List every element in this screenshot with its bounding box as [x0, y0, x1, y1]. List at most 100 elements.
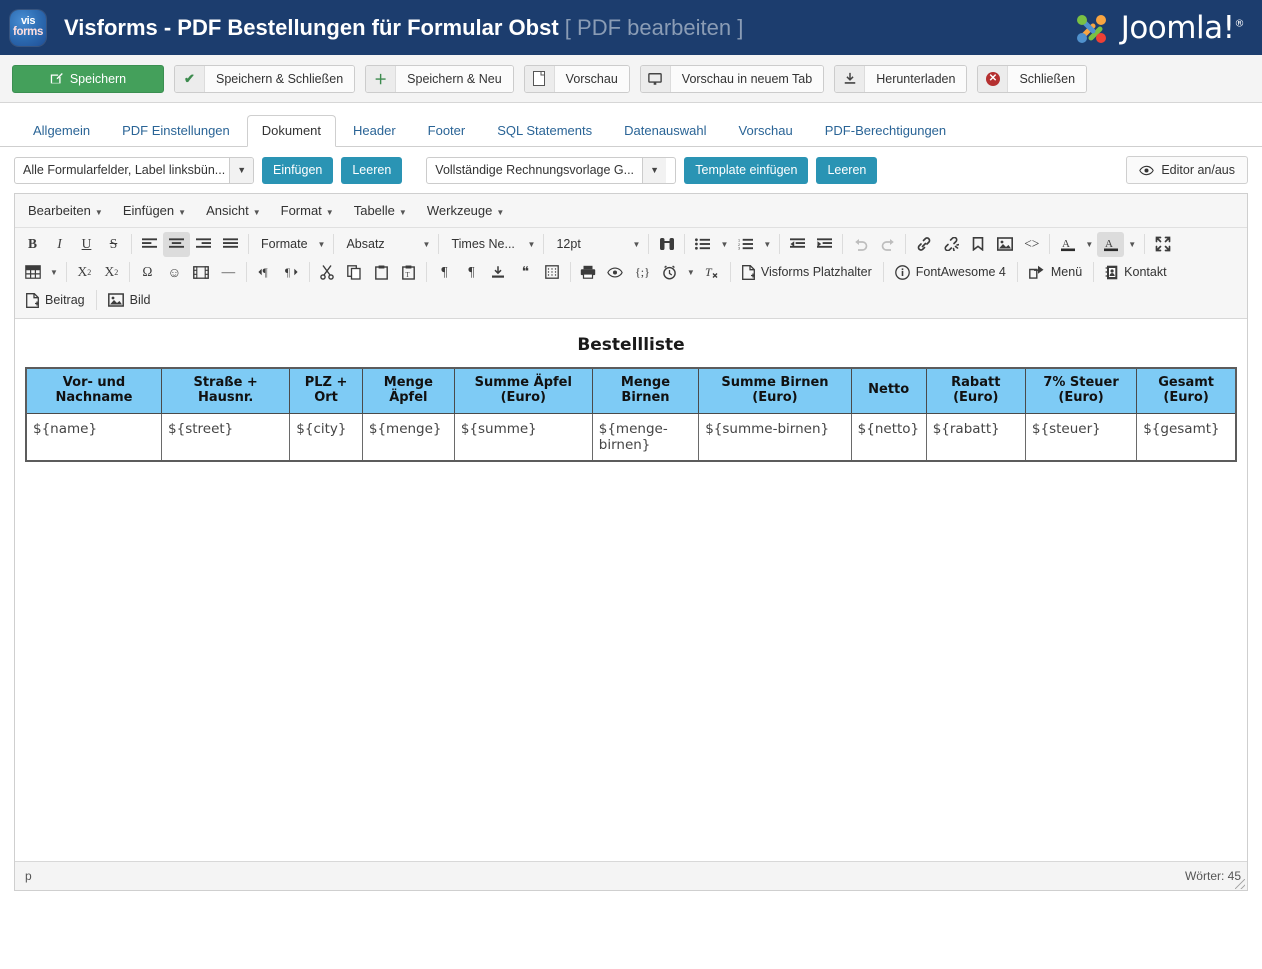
form-field-select[interactable]: Alle Formularfelder, Label linksbün... ▼ — [14, 157, 254, 184]
show-invisible-chars-icon[interactable]: ¶ — [458, 260, 485, 285]
tab-sql-statements[interactable]: SQL Statements — [482, 115, 607, 147]
background-color-icon[interactable]: A — [1097, 232, 1124, 257]
search-replace-icon[interactable] — [653, 232, 680, 257]
preview-eye-icon[interactable] — [602, 260, 629, 285]
undo-icon[interactable] — [847, 232, 874, 257]
formats-select[interactable]: Formate▼ — [253, 232, 329, 257]
tab-header[interactable]: Header — [338, 115, 411, 147]
table-dropdown-icon[interactable]: ▼ — [46, 260, 62, 285]
print-icon[interactable] — [575, 260, 602, 285]
show-blocks-icon[interactable]: ¶ — [431, 260, 458, 285]
font-family-select[interactable]: Times Ne...▼ — [443, 232, 539, 257]
source-code-icon[interactable]: <> — [1018, 232, 1045, 257]
bold-icon[interactable]: B — [19, 232, 46, 257]
close-button[interactable]: ✕ Schließen — [977, 65, 1087, 93]
tab-datenauswahl[interactable]: Datenauswahl — [609, 115, 721, 147]
tab-allgemein[interactable]: Allgemein — [18, 115, 105, 147]
fullscreen-icon[interactable] — [1149, 232, 1176, 257]
code-sample-icon[interactable]: {;} — [629, 260, 656, 285]
paste-as-text-icon[interactable]: T — [395, 260, 422, 285]
redo-icon[interactable] — [874, 232, 901, 257]
text-color-dropdown-icon[interactable]: ▼ — [1081, 232, 1097, 257]
template-select[interactable]: Vollständige Rechnungsvorlage G... ▼ — [426, 157, 676, 184]
save-button[interactable]: Speichern — [12, 65, 164, 93]
background-color-dropdown-icon[interactable]: ▼ — [1124, 232, 1140, 257]
cell-menge-birnen[interactable]: ${menge-birnen} — [592, 413, 698, 461]
menu-ansicht[interactable]: Ansicht▼ — [197, 199, 270, 222]
save-and-new-button[interactable]: ＋ Speichern & Neu — [365, 65, 514, 93]
tab-pdf-berechtigungen[interactable]: PDF-Berechtigungen — [810, 115, 961, 147]
menu-werkzeuge[interactable]: Werkzeuge▼ — [418, 199, 513, 222]
bild-button[interactable]: Bild — [101, 288, 158, 313]
special-character-icon[interactable]: Ω — [134, 260, 161, 285]
cell-city[interactable]: ${city} — [290, 413, 363, 461]
strikethrough-icon[interactable]: S — [100, 232, 127, 257]
insert-template-button[interactable]: Template einfügen — [684, 157, 808, 184]
underline-icon[interactable]: U — [73, 232, 100, 257]
italic-icon[interactable]: I — [46, 232, 73, 257]
download-button[interactable]: Herunterladen — [834, 65, 967, 93]
tab-footer[interactable]: Footer — [413, 115, 481, 147]
tab-pdf-einstellungen[interactable]: PDF Einstellungen — [107, 115, 245, 147]
emoticon-icon[interactable]: ☺ — [161, 260, 188, 285]
remove-format-icon[interactable]: T — [699, 260, 726, 285]
paragraph-select[interactable]: Absatz▼ — [338, 232, 434, 257]
kontakt-button[interactable]: Kontakt — [1098, 260, 1173, 285]
tab-vorschau[interactable]: Vorschau — [724, 115, 808, 147]
insert-field-button[interactable]: Einfügen — [262, 157, 333, 184]
bookmark-icon[interactable] — [964, 232, 991, 257]
menu-format[interactable]: Format▼ — [272, 199, 343, 222]
table-icon[interactable] — [19, 260, 46, 285]
superscript-icon[interactable]: X2 — [98, 260, 125, 285]
clear-field-button[interactable]: Leeren — [341, 157, 402, 184]
rtl-direction-icon[interactable]: ¶ — [278, 260, 305, 285]
cut-icon[interactable] — [314, 260, 341, 285]
visforms-placeholder-button[interactable]: Visforms Platzhalter — [735, 260, 879, 285]
image-icon[interactable] — [991, 232, 1018, 257]
cell-summe-aepfel[interactable]: ${summe} — [454, 413, 592, 461]
menu-einfuegen[interactable]: Einfügen▼ — [114, 199, 195, 222]
link-icon[interactable] — [910, 232, 937, 257]
chevron-down-icon-template[interactable]: ▼ — [642, 158, 666, 183]
copy-icon[interactable] — [341, 260, 368, 285]
align-left-icon[interactable] — [136, 232, 163, 257]
font-size-select[interactable]: 12pt▼ — [548, 232, 644, 257]
menu-button[interactable]: Menü — [1022, 260, 1089, 285]
blockquote-icon[interactable]: ❝ — [512, 260, 539, 285]
cell-street[interactable]: ${street} — [162, 413, 290, 461]
menu-bearbeiten[interactable]: Bearbeiten▼ — [19, 199, 112, 222]
bullet-list-dropdown-icon[interactable]: ▼ — [716, 232, 732, 257]
cell-steuer[interactable]: ${steuer} — [1025, 413, 1136, 461]
preview-new-tab-button[interactable]: Vorschau in neuem Tab — [640, 65, 824, 93]
preview-button[interactable]: Vorschau — [524, 65, 630, 93]
align-right-icon[interactable] — [190, 232, 217, 257]
nonbreaking-icon[interactable] — [539, 260, 566, 285]
cell-menge-aepfel[interactable]: ${menge} — [362, 413, 454, 461]
insert-datetime-dropdown-icon[interactable]: ▼ — [683, 260, 699, 285]
editor-toggle-button[interactable]: Editor an/aus — [1126, 156, 1248, 184]
beitrag-button[interactable]: Beitrag — [19, 288, 92, 313]
cell-gesamt[interactable]: ${gesamt} — [1137, 413, 1236, 461]
cell-netto[interactable]: ${netto} — [851, 413, 926, 461]
outdent-icon[interactable] — [784, 232, 811, 257]
unlink-icon[interactable] — [937, 232, 964, 257]
numbered-list-icon[interactable]: 123 — [732, 232, 759, 257]
horizontal-rule-icon[interactable]: — — [215, 260, 242, 285]
menu-tabelle[interactable]: Tabelle▼ — [345, 199, 416, 222]
bullet-list-icon[interactable] — [689, 232, 716, 257]
ltr-direction-icon[interactable]: ¶ — [251, 260, 278, 285]
cell-summe-birnen[interactable]: ${summe-birnen} — [699, 413, 851, 461]
insert-media-icon[interactable] — [188, 260, 215, 285]
subscript-icon[interactable]: X2 — [71, 260, 98, 285]
fontawesome-button[interactable]: FontAwesome 4 — [888, 260, 1013, 285]
paste-icon[interactable] — [368, 260, 395, 285]
align-center-icon[interactable] — [163, 232, 190, 257]
cell-rabatt[interactable]: ${rabatt} — [926, 413, 1025, 461]
tab-dokument[interactable]: Dokument — [247, 115, 336, 147]
insert-datetime-icon[interactable] — [656, 260, 683, 285]
indent-icon[interactable] — [811, 232, 838, 257]
text-color-icon[interactable]: A — [1054, 232, 1081, 257]
chevron-down-icon[interactable]: ▼ — [229, 158, 253, 183]
save-and-close-button[interactable]: ✔ Speichern & Schließen — [174, 65, 355, 93]
template-icon[interactable] — [485, 260, 512, 285]
